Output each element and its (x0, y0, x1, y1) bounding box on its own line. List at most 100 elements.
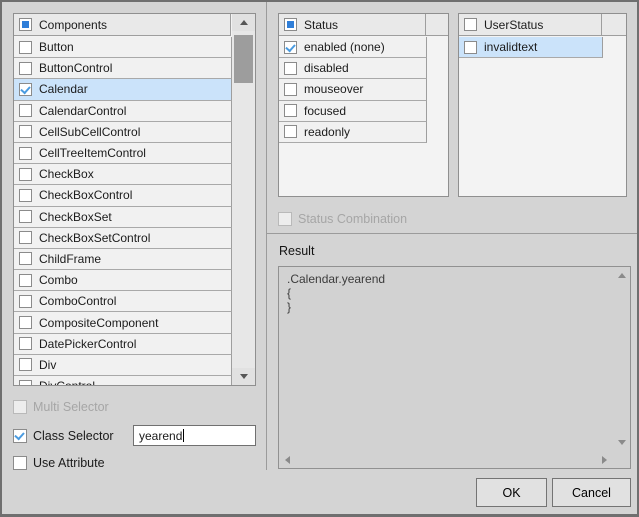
components-header-checkbox[interactable] (19, 18, 32, 31)
userstatus-header-gutter (602, 14, 626, 36)
list-item-datepickercontrol[interactable]: DatePickerControl (14, 334, 232, 355)
use-attribute-checkbox[interactable] (13, 456, 27, 470)
item-checkbox[interactable] (19, 316, 32, 329)
status-header-row[interactable]: Status (279, 14, 448, 36)
list-item-button[interactable]: Button (14, 37, 232, 58)
userstatus-header-row[interactable]: UserStatus (459, 14, 626, 36)
use-attribute-option[interactable]: Use Attribute (13, 456, 105, 470)
scrollbar-track[interactable] (232, 31, 255, 368)
list-item-mouseover[interactable]: mouseover (279, 79, 427, 100)
item-label: mouseover (304, 82, 363, 96)
list-item-focused[interactable]: focused (279, 101, 427, 122)
item-checkbox[interactable] (19, 83, 32, 96)
item-checkbox[interactable] (19, 274, 32, 287)
result-text[interactable]: .Calendar.yearend { } (279, 267, 613, 451)
item-checkbox[interactable] (284, 41, 297, 54)
list-item-disabled[interactable]: disabled (279, 58, 427, 79)
status-rows: enabled (none)disabled mouseover focusedre… (279, 37, 427, 196)
triangle-left-icon[interactable] (285, 456, 290, 464)
list-item-readonly[interactable]: readonly (279, 122, 427, 143)
status-header-label: Status (304, 18, 338, 32)
status-header-checkbox[interactable] (284, 18, 297, 31)
item-label: Button (39, 40, 74, 54)
item-label: CheckBoxControl (39, 188, 132, 202)
list-item-divcontrol[interactable]: DivControl (14, 376, 232, 385)
list-item-celltreeitemcontrol[interactable]: CellTreeItemControl (14, 143, 232, 164)
triangle-right-icon[interactable] (602, 456, 607, 464)
class-selector-label: Class Selector (33, 429, 114, 443)
triangle-down-icon[interactable] (618, 440, 626, 445)
item-label: CellSubCellControl (39, 125, 140, 139)
item-checkbox[interactable] (19, 358, 32, 371)
status-panel: Status enabled (none)disabled mouseover fo… (278, 13, 449, 197)
result-horizontal-scrollbar[interactable] (279, 451, 613, 468)
item-checkbox[interactable] (19, 104, 32, 117)
status-header[interactable]: Status (279, 14, 426, 36)
item-checkbox[interactable] (19, 62, 32, 75)
use-attribute-label: Use Attribute (33, 456, 105, 470)
ok-button[interactable]: OK (476, 478, 547, 507)
list-item-checkboxsetcontrol[interactable]: CheckBoxSetControl (14, 228, 232, 249)
triangle-down-icon (240, 374, 248, 379)
components-scrollbar[interactable] (232, 14, 255, 385)
item-checkbox[interactable] (19, 231, 32, 244)
item-label: ButtonControl (39, 61, 112, 75)
list-item-checkboxset[interactable]: CheckBoxSet (14, 207, 232, 228)
multi-selector-checkbox (13, 400, 27, 414)
item-checkbox[interactable] (19, 189, 32, 202)
item-label: CompositeComponent (39, 316, 158, 330)
list-item-checkboxcontrol[interactable]: CheckBoxControl (14, 185, 232, 206)
scroll-down-button[interactable] (232, 368, 255, 385)
class-selector-input-value: yearend (139, 429, 182, 443)
list-item-calendarcontrol[interactable]: CalendarControl (14, 101, 232, 122)
item-label: Div (39, 358, 56, 372)
item-checkbox[interactable] (284, 62, 297, 75)
item-checkbox[interactable] (19, 337, 32, 350)
class-selector-checkbox[interactable] (13, 429, 27, 443)
class-selector-input[interactable]: yearend (133, 425, 256, 446)
item-checkbox[interactable] (284, 83, 297, 96)
status-combination-option: Status Combination (278, 212, 407, 226)
item-label: CellTreeItemControl (39, 146, 146, 160)
list-item-childframe[interactable]: ChildFrame (14, 249, 232, 270)
userstatus-header[interactable]: UserStatus (459, 14, 602, 36)
item-checkbox[interactable] (19, 41, 32, 54)
list-item-invalidtext[interactable]: invalidtext (459, 37, 603, 58)
item-label: CalendarControl (39, 104, 126, 118)
result-vertical-scrollbar[interactable] (613, 267, 630, 451)
item-label: Calendar (39, 82, 88, 96)
item-checkbox[interactable] (284, 125, 297, 138)
item-checkbox[interactable] (19, 380, 32, 385)
item-checkbox[interactable] (19, 210, 32, 223)
list-item-checkbox[interactable]: CheckBox (14, 164, 232, 185)
status-header-gutter (426, 14, 448, 36)
style-selector-dialog: { "colors": { "dialog_bg": "#d4d4d4", "s… (0, 0, 639, 517)
scrollbar-thumb[interactable] (234, 35, 253, 83)
item-checkbox[interactable] (284, 104, 297, 117)
item-checkbox[interactable] (19, 168, 32, 181)
list-item-cellsubcellcontrol[interactable]: CellSubCellControl (14, 122, 232, 143)
class-selector-option[interactable]: Class Selector (13, 429, 114, 443)
result-box[interactable]: .Calendar.yearend { } (278, 266, 631, 469)
components-header-row[interactable]: Components (14, 14, 255, 36)
item-checkbox[interactable] (19, 252, 32, 265)
item-label: CheckBoxSetControl (39, 231, 150, 245)
list-item-compositecomponent[interactable]: CompositeComponent (14, 312, 232, 333)
list-item-calendar[interactable]: Calendar (14, 79, 232, 100)
item-checkbox[interactable] (19, 147, 32, 160)
list-item-combocontrol[interactable]: ComboControl (14, 291, 232, 312)
scroll-up-button[interactable] (232, 14, 255, 31)
item-checkbox[interactable] (19, 125, 32, 138)
userstatus-header-checkbox[interactable] (464, 18, 477, 31)
list-item-enabled-none[interactable]: enabled (none) (279, 37, 427, 58)
list-item-div[interactable]: Div (14, 355, 232, 376)
multi-selector-label: Multi Selector (33, 400, 109, 414)
list-item-combo[interactable]: Combo (14, 270, 232, 291)
cancel-button[interactable]: Cancel (552, 478, 631, 507)
list-item-buttoncontrol[interactable]: ButtonControl (14, 58, 232, 79)
components-header[interactable]: Components (14, 14, 231, 36)
item-checkbox[interactable] (19, 295, 32, 308)
item-checkbox[interactable] (464, 41, 477, 54)
triangle-up-icon[interactable] (618, 273, 626, 278)
userstatus-header-label: UserStatus (484, 18, 543, 32)
